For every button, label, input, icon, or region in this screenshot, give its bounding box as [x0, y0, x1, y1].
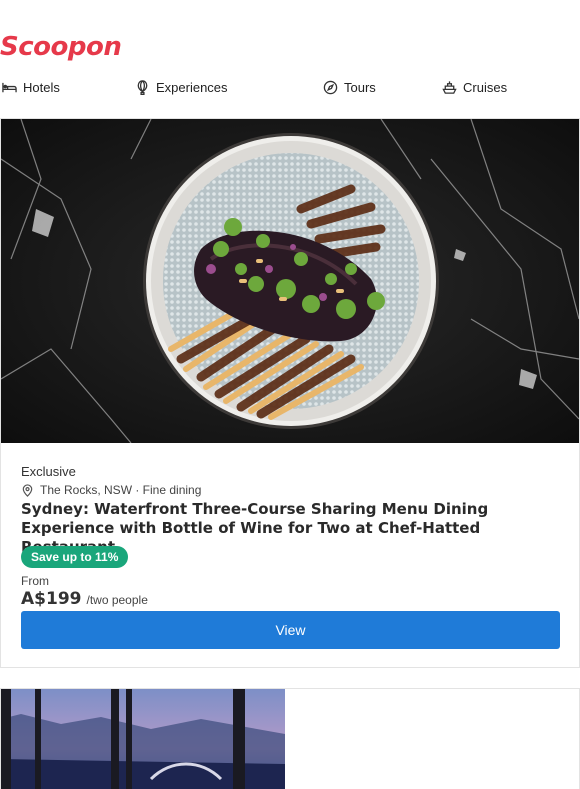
bed-icon: [2, 82, 17, 93]
nav-item-cruises[interactable]: Cruises: [442, 80, 507, 95]
nav-item-tours[interactable]: Tours: [323, 80, 376, 95]
category-nav: Hotels Experiences Tours Cruises: [0, 80, 580, 100]
plated-eggplant-dish-image: [1, 119, 579, 443]
location-text: The Rocks, NSW · Fine dining: [40, 483, 202, 497]
scoopon-logo[interactable]: Scoopon: [0, 32, 122, 62]
price-row: A$199 /two people: [21, 589, 148, 609]
ship-icon: [442, 81, 457, 94]
from-label: From: [21, 574, 49, 588]
nav-label: Hotels: [23, 80, 60, 95]
nav-label: Tours: [344, 80, 376, 95]
harbour-view-image[interactable]: [1, 689, 285, 789]
compass-icon: [323, 80, 338, 95]
nav-label: Cruises: [463, 80, 508, 95]
deal-card[interactable]: Exclusive The Rocks, NSW · Fine dining S…: [0, 118, 580, 668]
exclusive-label: Exclusive: [21, 464, 76, 479]
location-pin-icon: [22, 483, 33, 497]
deal-price: A$199: [21, 589, 82, 609]
deal-location: The Rocks, NSW · Fine dining: [21, 483, 201, 497]
balloon-icon: [137, 80, 148, 95]
save-badge: Save up to 11%: [21, 546, 129, 568]
nav-item-hotels[interactable]: Hotels: [2, 80, 60, 95]
nav-item-experiences[interactable]: Experiences: [135, 80, 228, 95]
deal-image[interactable]: [1, 119, 579, 443]
price-unit: /two people: [86, 593, 148, 607]
nav-label: Experiences: [156, 80, 228, 95]
view-button[interactable]: View: [21, 611, 560, 649]
